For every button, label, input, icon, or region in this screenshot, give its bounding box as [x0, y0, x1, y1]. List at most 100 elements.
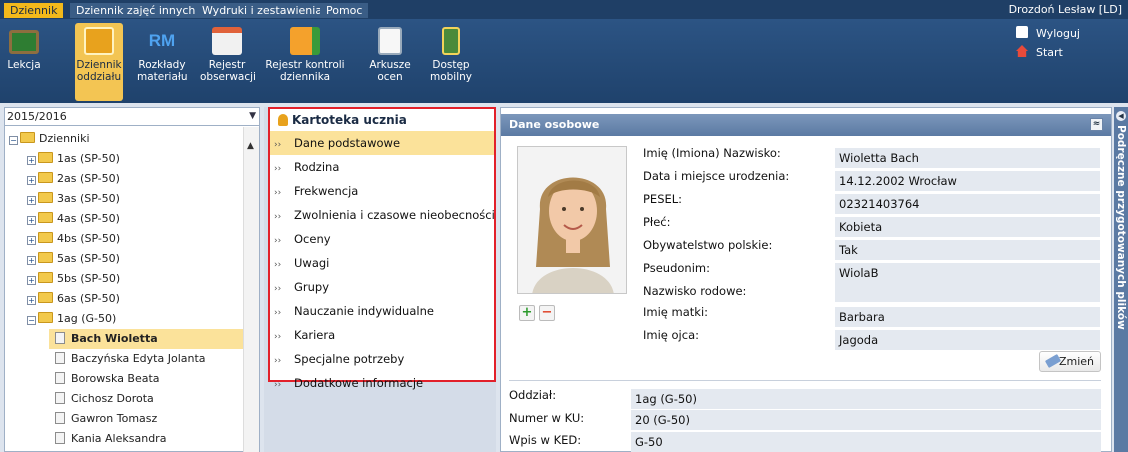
- menu-item-specjalne-potrzeby[interactable]: ›› Specjalne potrzeby: [270, 347, 494, 371]
- tree-class-open[interactable]: − 1ag (G-50): [27, 309, 116, 329]
- collapse-icon[interactable]: −: [27, 316, 36, 325]
- field-label: Imię matki:: [643, 305, 709, 319]
- tree-class[interactable]: +5bs (SP-50): [27, 269, 120, 289]
- folder-open-icon: [38, 312, 53, 323]
- chevron-down-icon[interactable]: ▼: [249, 108, 256, 125]
- tree-student-selected[interactable]: Bach Wioletta: [49, 329, 243, 349]
- expand-icon[interactable]: +: [27, 156, 36, 165]
- field-value-citizenship: Tak: [835, 240, 1100, 260]
- tree-class[interactable]: +4bs (SP-50): [27, 229, 120, 249]
- menu-item-kariera[interactable]: ›› Kariera: [270, 323, 494, 347]
- user-name: Drozdoń Lesław [LD]: [1008, 3, 1122, 16]
- tab-dziennik[interactable]: Dziennik: [4, 3, 64, 18]
- lekcja-button[interactable]: Lekcja: [2, 23, 46, 101]
- register-icon: [212, 27, 242, 55]
- tab-dziennik-zajec-innych[interactable]: Dziennik zajęć innych: [70, 3, 202, 18]
- collapse-icon[interactable]: −: [9, 136, 18, 145]
- dziennik-label-1: Dziennik: [76, 59, 122, 71]
- menu-title: Kartoteka ucznia: [270, 109, 494, 131]
- tree-student[interactable]: Cichosz Dorota: [55, 389, 154, 409]
- session-links: Wyloguj Start: [1016, 24, 1080, 62]
- expand-icon[interactable]: +: [27, 236, 36, 245]
- tree-student[interactable]: Gawron Tomasz: [55, 409, 157, 429]
- expand-icon[interactable]: +: [27, 296, 36, 305]
- tree-root-dzienniki[interactable]: − Dzienniki: [9, 129, 90, 149]
- menu-item-dodatkowe-informacje[interactable]: ›› Dodatkowe informacje: [270, 371, 494, 395]
- tree-student[interactable]: Baczyńska Edyta Jolanta: [55, 349, 206, 369]
- folder-icon: [38, 172, 53, 183]
- side-panel-tab[interactable]: ◀ Podręczne przygotowanych plików: [1114, 107, 1128, 452]
- portrait-image: [518, 147, 626, 293]
- tree-student-label: Gawron Tomasz: [71, 412, 158, 425]
- rozklady-materialu-button[interactable]: RM Rozkłady materiału: [137, 23, 188, 101]
- field-label: Imię ojca:: [643, 328, 699, 342]
- add-photo-button[interactable]: +: [519, 305, 535, 321]
- document-icon: [55, 352, 65, 364]
- rejestr-obserwacji-button[interactable]: Rejestr obserwacji: [200, 23, 256, 101]
- folder-icon: [38, 272, 53, 283]
- expand-icon[interactable]: +: [27, 256, 36, 265]
- logout-link[interactable]: Wyloguj: [1016, 24, 1080, 43]
- tab-pomoc[interactable]: Pomoc: [320, 3, 369, 18]
- tree-student[interactable]: Kania Aleksandra: [55, 429, 166, 449]
- rejestr-kontroli-button[interactable]: Rejestr kontroli dziennika: [256, 23, 354, 101]
- expand-icon[interactable]: +: [27, 196, 36, 205]
- menu-title-text: Kartoteka ucznia: [292, 113, 407, 127]
- tree-class[interactable]: +5as (SP-50): [27, 249, 120, 269]
- chevron-right-icon: ››: [274, 164, 282, 174]
- chevron-right-icon: ››: [274, 260, 282, 270]
- expand-icon[interactable]: +: [27, 276, 36, 285]
- folder-icon: [38, 292, 53, 303]
- start-link[interactable]: Start: [1016, 43, 1080, 62]
- dziennik-oddzialu-button[interactable]: Dziennik oddziału: [75, 23, 123, 101]
- field-value-maiden-name: [835, 282, 1100, 302]
- tree-student[interactable]: Borowska Beata: [55, 369, 160, 389]
- field-value-ku-number: 20 (G-50): [631, 410, 1101, 430]
- collapse-icon[interactable]: ≈: [1090, 118, 1103, 131]
- dostep-mobilny-button[interactable]: Dostęp mobilny: [426, 23, 476, 101]
- arkusze-ocen-button[interactable]: Arkusze ocen: [366, 23, 414, 101]
- tree-class[interactable]: +4as (SP-50): [27, 209, 120, 229]
- tree-student-label: Baczyńska Edyta Jolanta: [71, 352, 206, 365]
- menu-item-dane-podstawowe[interactable]: ›› Dane podstawowe: [270, 131, 494, 155]
- menu-item-label: Dane podstawowe: [294, 136, 401, 150]
- tree-student-label: Borowska Beata: [71, 372, 160, 385]
- tab-wydruki[interactable]: Wydruki i zestawienia: [196, 3, 329, 18]
- chevron-left-icon[interactable]: ◀: [1116, 111, 1126, 121]
- rozklady-label-1: Rozkłady: [138, 59, 186, 71]
- student-photo: [517, 146, 627, 294]
- menu-item-zwolnienia[interactable]: ›› Zwolnienia i czasowe nieobecności: [270, 203, 495, 227]
- menu-item-nauczanie-indywidualne[interactable]: ›› Nauczanie indywidualne: [270, 299, 494, 323]
- tree-class[interactable]: +6as (SP-50): [27, 289, 120, 309]
- home-icon: [1016, 45, 1028, 57]
- menu-item-oceny[interactable]: ›› Oceny: [270, 227, 494, 251]
- checklist-icon: [290, 27, 320, 55]
- start-label: Start: [1036, 46, 1063, 59]
- menu-item-uwagi[interactable]: ›› Uwagi: [270, 251, 494, 275]
- field-value-class: 1ag (G-50): [631, 389, 1101, 409]
- tree-class[interactable]: +1as (SP-50): [27, 149, 120, 169]
- chevron-up-icon[interactable]: ▲: [247, 141, 254, 151]
- tree-student-label: Cichosz Dorota: [71, 392, 154, 405]
- tree-class-label: 6as (SP-50): [57, 292, 120, 305]
- school-year-select[interactable]: 2015/2016 ▼: [5, 108, 259, 126]
- chevron-right-icon: ››: [274, 380, 282, 390]
- menu-item-frekwencja[interactable]: ›› Frekwencja: [270, 179, 494, 203]
- menu-item-label: Grupy: [294, 280, 330, 294]
- folder-icon: [38, 252, 53, 263]
- expand-icon[interactable]: +: [27, 216, 36, 225]
- field-value-nickname: WiolaB: [835, 263, 1100, 283]
- menu-item-grupy[interactable]: ›› Grupy: [270, 275, 494, 299]
- menu-item-label: Nauczanie indywidualne: [294, 304, 434, 318]
- logout-label: Wyloguj: [1036, 27, 1080, 40]
- menu-item-rodzina[interactable]: ›› Rodzina: [270, 155, 494, 179]
- tree-class[interactable]: +3as (SP-50): [27, 189, 120, 209]
- edit-button[interactable]: Zmień: [1039, 351, 1101, 372]
- expand-icon[interactable]: +: [27, 176, 36, 185]
- remove-photo-button[interactable]: −: [539, 305, 555, 321]
- document-icon: [55, 392, 65, 404]
- blackboard-icon: [9, 30, 39, 54]
- tree-scrollbar[interactable]: ▲: [243, 127, 259, 452]
- tree-class[interactable]: +2as (SP-50): [27, 169, 120, 189]
- rejestr-label-2: obserwacji: [200, 71, 256, 83]
